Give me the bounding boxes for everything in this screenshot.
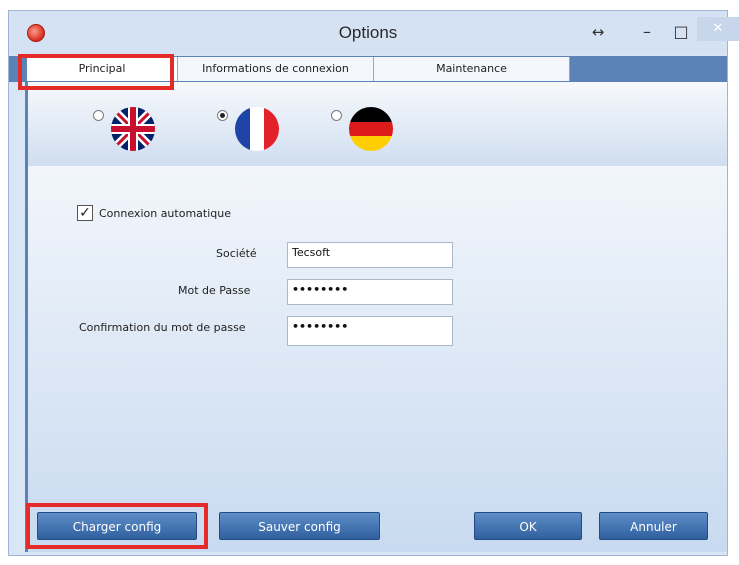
title-bar[interactable]: Options ↔ – □ ✕ bbox=[9, 11, 739, 55]
confirm-password-label: Confirmation du mot de passe bbox=[79, 321, 246, 334]
cancel-button[interactable]: Annuler bbox=[599, 512, 708, 540]
company-label: Société bbox=[216, 247, 257, 260]
language-bar bbox=[25, 82, 727, 166]
maximize-button[interactable]: □ bbox=[669, 19, 693, 45]
uk-flag-icon[interactable] bbox=[111, 107, 155, 151]
company-field[interactable]: Tecsoft bbox=[287, 242, 453, 268]
highlight-load-config bbox=[26, 503, 208, 549]
ok-button[interactable]: OK bbox=[474, 512, 582, 540]
auto-login-label: Connexion automatique bbox=[99, 207, 231, 220]
password-label: Mot de Passe bbox=[178, 284, 251, 297]
language-radio-french[interactable] bbox=[217, 110, 228, 121]
tab-maintenance[interactable]: Maintenance bbox=[374, 57, 570, 81]
language-radio-english[interactable] bbox=[93, 110, 104, 121]
auto-login-checkbox[interactable]: ✓ bbox=[77, 205, 93, 221]
password-field[interactable]: •••••••• bbox=[287, 279, 453, 305]
principal-panel bbox=[25, 166, 727, 552]
save-config-button[interactable]: Sauver config bbox=[219, 512, 380, 540]
resize-icon[interactable]: ↔ bbox=[586, 19, 610, 45]
close-button[interactable]: ✕ bbox=[697, 17, 739, 41]
france-flag-icon[interactable] bbox=[235, 107, 279, 151]
highlight-principal-tab bbox=[18, 54, 174, 90]
language-radio-german[interactable] bbox=[331, 110, 342, 121]
window-title: Options bbox=[338, 23, 398, 42]
tab-informations-connexion[interactable]: Informations de connexion bbox=[178, 57, 374, 81]
germany-flag-icon[interactable] bbox=[349, 107, 393, 151]
confirm-password-field[interactable]: •••••••• bbox=[287, 316, 453, 346]
minimize-button[interactable]: – bbox=[635, 19, 659, 45]
